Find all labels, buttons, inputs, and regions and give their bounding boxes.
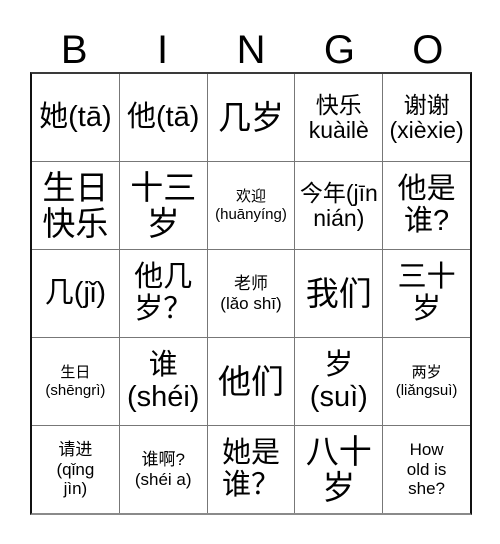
bingo-cell-text: 请进 (qǐng jìn) — [56, 439, 95, 499]
bingo-cell-r3c4[interactable]: 我们 — [294, 250, 382, 337]
bingo-cell-r4c5[interactable]: 两岁 (liǎngsuì) — [382, 338, 470, 425]
bingo-cell-text: 欢迎 (huānyíng) — [215, 187, 287, 223]
bingo-cell-text: 生日 快乐 — [42, 168, 109, 242]
bingo-cell-text: 十三 岁 — [130, 168, 197, 242]
bingo-cell-text: 岁 (suì) — [309, 349, 368, 413]
bingo-cell-r2c4[interactable]: 今年(jīn nián) — [294, 162, 382, 249]
bingo-header-row: B I N G O — [30, 18, 472, 72]
bingo-cell-r5c3[interactable]: 她是 谁？ — [206, 426, 295, 513]
bingo-cell-text: 生日 (shēngrì) — [45, 363, 106, 399]
bingo-cell-text: 老师 (lǎo shī) — [220, 273, 282, 313]
bingo-cell-text: 他们 — [217, 362, 284, 400]
bingo-cell-r1c2[interactable]: 他(tā) — [118, 74, 207, 161]
bingo-cell-r3c1[interactable]: 几(jǐ) — [32, 250, 119, 337]
bingo-cell-text: 谢谢 (xièxie) — [389, 91, 464, 143]
bingo-cell-text: 谁啊? (shéi a) — [134, 449, 192, 489]
bingo-cell-text: 快乐 kuàilè — [308, 91, 369, 143]
bingo-cell-r5c2[interactable]: 谁啊? (shéi a) — [118, 426, 207, 513]
bingo-cell-text: 几(jǐ) — [44, 276, 106, 309]
table-row: 生日 (shēngrì) 谁 (shéi) 他们 岁 (suì) 两岁 (liǎ… — [32, 337, 470, 425]
bingo-cell-r2c5[interactable]: 他是 谁? — [382, 162, 470, 249]
bingo-cell-r2c1[interactable]: 生日 快乐 — [32, 162, 119, 249]
bingo-cell-r3c5[interactable]: 三十 岁 — [382, 250, 470, 337]
bingo-cell-text: How old is she? — [406, 439, 447, 499]
bingo-cell-text: 她(tā) — [39, 100, 112, 133]
bingo-cell-r2c2[interactable]: 十三 岁 — [118, 162, 207, 249]
bingo-cell-r2c3[interactable]: 欢迎 (huānyíng) — [206, 162, 295, 249]
bingo-cell-text: 他几 岁？ — [134, 261, 193, 325]
table-row: 请进 (qǐng jìn) 谁啊? (shéi a) 她是 谁？ 八十 岁 Ho… — [32, 425, 470, 513]
bingo-cell-r4c1[interactable]: 生日 (shēngrì) — [32, 338, 119, 425]
bingo-grid: 她(tā) 他(tā) 几岁 快乐 kuàilè 谢谢 (xièxie) 生日 … — [30, 72, 472, 515]
bingo-cell-text: 今年(jīn nián) — [299, 179, 378, 231]
bingo-cell-text: 他(tā) — [126, 100, 200, 133]
header-letter-i: I — [157, 28, 169, 72]
header-letter-o: O — [412, 28, 444, 72]
bingo-card: B I N G O 她(tā) 他(tā) 几岁 快乐 kuàilè 谢谢 (x… — [0, 0, 500, 544]
bingo-cell-text: 谁 (shéi) — [126, 349, 200, 413]
table-row: 生日 快乐 十三 岁 欢迎 (huānyíng) 今年(jīn nián) 他是… — [32, 161, 470, 249]
bingo-cell-r3c2[interactable]: 他几 岁？ — [118, 250, 207, 337]
bingo-cell-text: 八十 岁 — [305, 432, 372, 506]
bingo-cell-r5c4[interactable]: 八十 岁 — [294, 426, 382, 513]
header-letter-g: G — [323, 28, 355, 72]
bingo-cell-r5c5[interactable]: How old is she? — [382, 426, 470, 513]
bingo-cell-r4c3[interactable]: 他们 — [206, 338, 295, 425]
bingo-cell-r5c1[interactable]: 请进 (qǐng jìn) — [32, 426, 119, 513]
header-letter-b: B — [60, 28, 88, 72]
table-row: 她(tā) 他(tā) 几岁 快乐 kuàilè 谢谢 (xièxie) — [32, 74, 470, 161]
table-row: 几(jǐ) 他几 岁？ 老师 (lǎo shī) 我们 三十 岁 — [32, 249, 470, 337]
bingo-cell-r4c4[interactable]: 岁 (suì) — [294, 338, 382, 425]
bingo-cell-r4c2[interactable]: 谁 (shéi) — [118, 338, 207, 425]
header-letter-n: N — [236, 28, 266, 72]
bingo-cell-r1c5[interactable]: 谢谢 (xièxie) — [382, 74, 470, 161]
bingo-cell-text: 几岁 — [217, 98, 284, 136]
bingo-cell-text: 两岁 (liǎngsuì) — [395, 363, 458, 399]
bingo-cell-text: 三十 岁 — [397, 261, 456, 325]
bingo-cell-text: 她是 谁？ — [221, 437, 280, 501]
bingo-cell-r1c1[interactable]: 她(tā) — [32, 74, 119, 161]
bingo-cell-r1c3[interactable]: 几岁 — [206, 74, 295, 161]
bingo-cell-text: 他是 谁? — [397, 173, 456, 237]
bingo-cell-r3c3[interactable]: 老师 (lǎo shī) — [206, 250, 295, 337]
bingo-cell-text: 我们 — [305, 274, 372, 312]
bingo-cell-r1c4[interactable]: 快乐 kuàilè — [294, 74, 382, 161]
